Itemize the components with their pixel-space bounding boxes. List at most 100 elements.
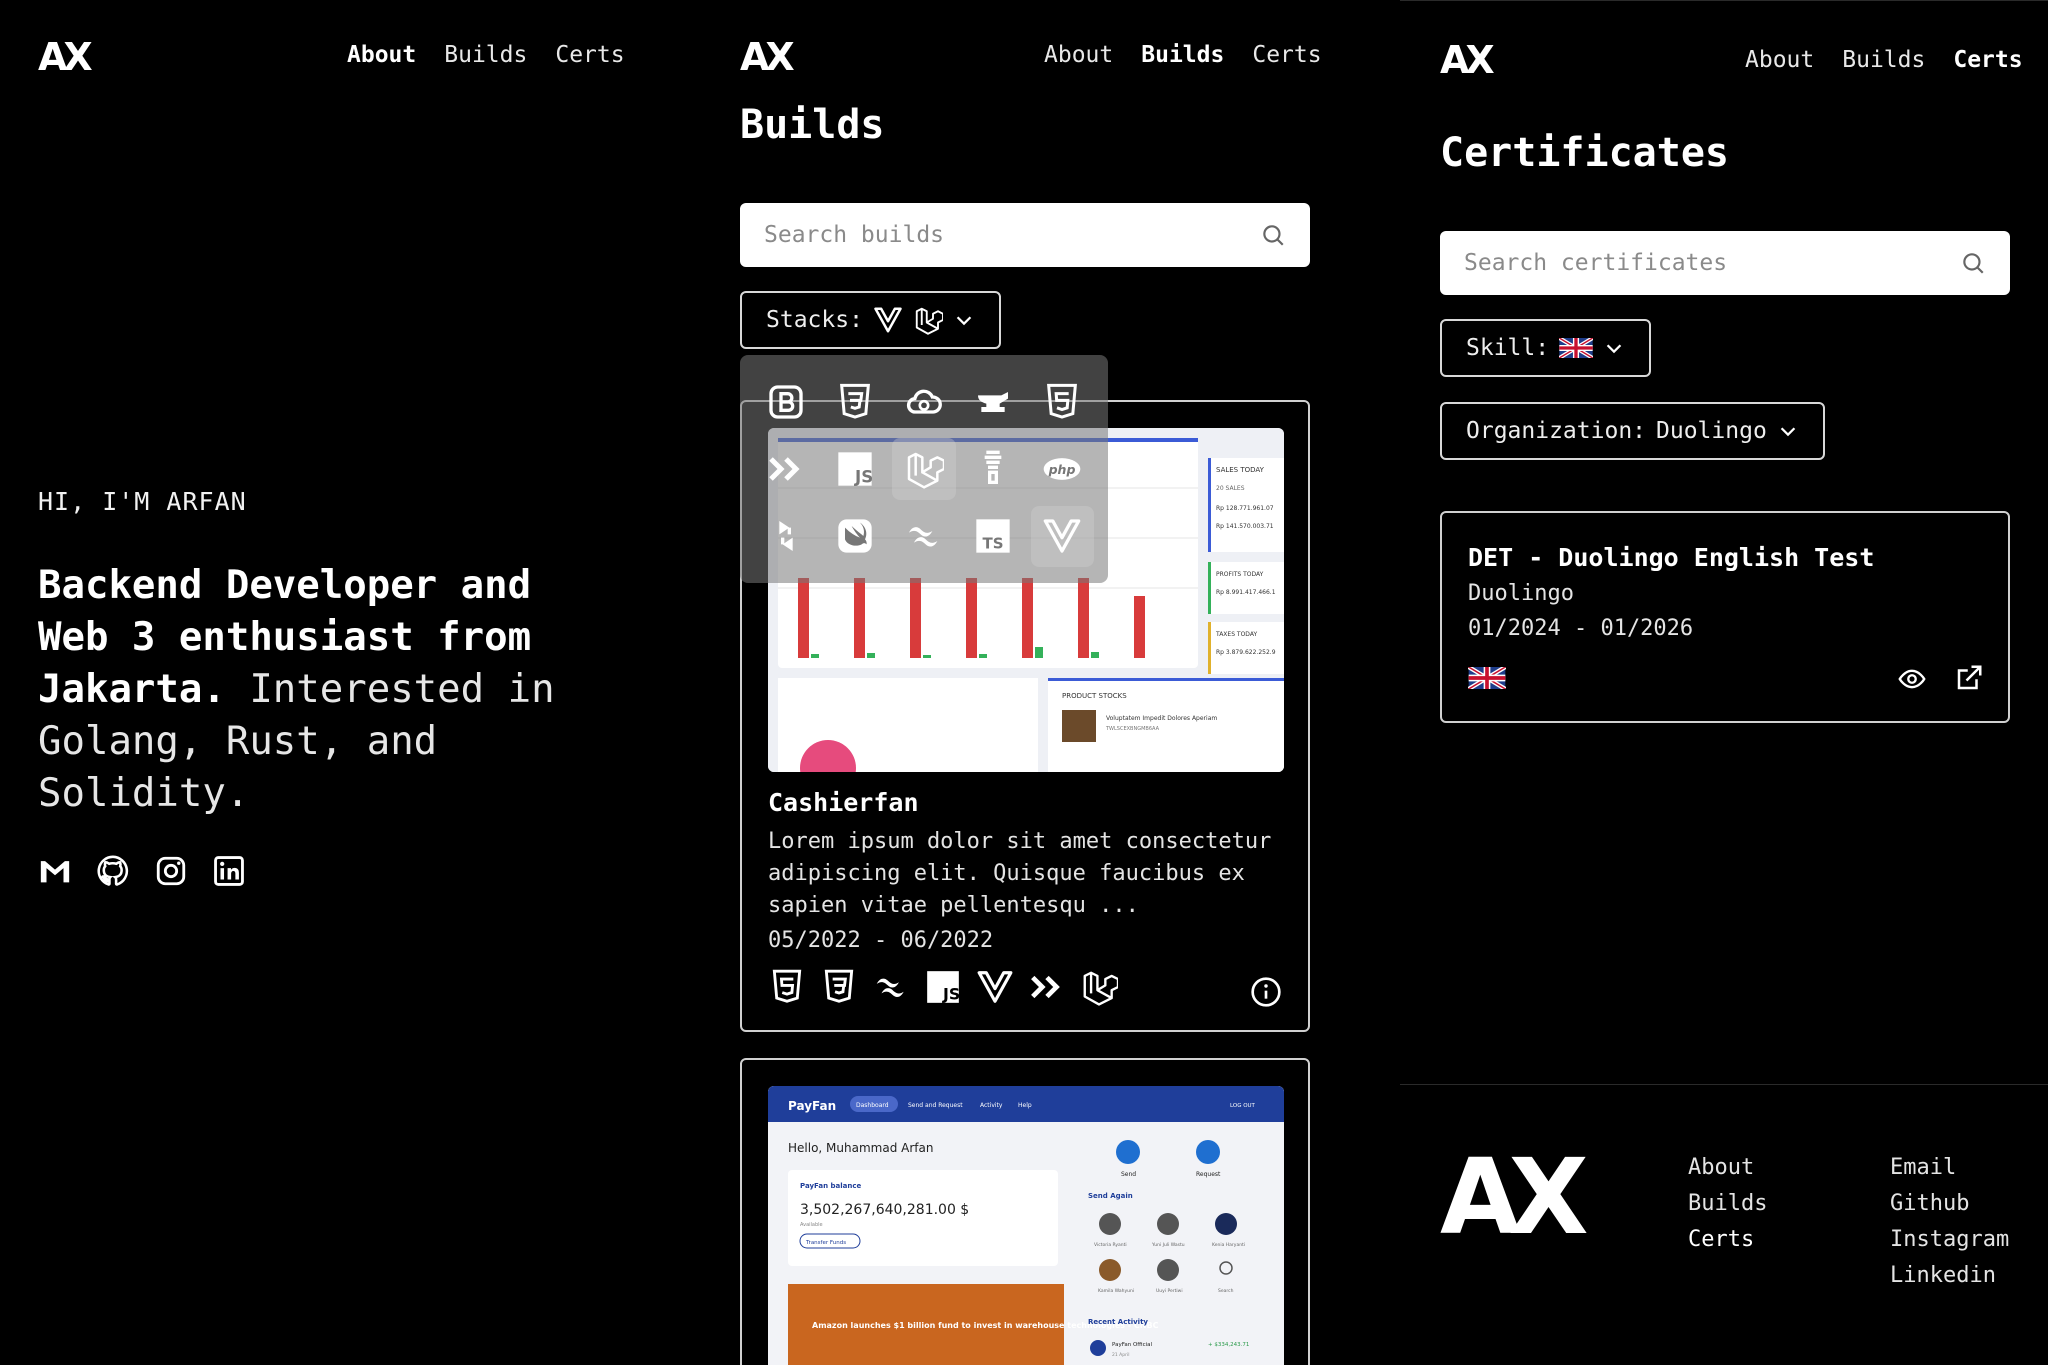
footer-link-about[interactable]: About (1688, 1155, 1767, 1180)
footer-link-linkedin[interactable]: Linkedin (1890, 1263, 2009, 1288)
nav-certs[interactable]: Certs (1953, 47, 2022, 73)
stacks-dropdown-menu: JS php TS (740, 355, 1108, 583)
skill-label: Skill: (1466, 335, 1550, 361)
vue-icon (1044, 519, 1081, 553)
payfan-balance: 3,502,267,640,281.00 $ (800, 1202, 969, 1218)
typescript-icon: TS (976, 519, 1010, 553)
svg-text:JS: JS (942, 985, 960, 1004)
retool-icon (778, 521, 793, 552)
footer-link-certs[interactable]: Certs (1688, 1227, 1767, 1252)
payfan-tab: Activity (980, 1102, 1003, 1109)
build-stacks: JS (768, 968, 1118, 1006)
search-input[interactable] (1464, 250, 1960, 276)
stack-option-tailwind[interactable] (892, 506, 955, 567)
external-link-icon[interactable] (1954, 663, 1984, 693)
payfan-greeting: Hello, Muhammad Arfan (788, 1141, 933, 1155)
search-icon[interactable] (1960, 250, 1986, 276)
stack-option-javascript[interactable]: JS (823, 438, 886, 499)
double-chevron-icon (768, 457, 800, 481)
svg-text:TS: TS (983, 535, 1004, 553)
nav-about[interactable]: About (347, 42, 416, 68)
payfan-request: Request (1196, 1171, 1221, 1178)
footer-logo[interactable]: AX (1440, 1145, 1589, 1249)
nav-about[interactable]: About (1044, 42, 1113, 68)
stack-option-tinker[interactable] (962, 438, 1025, 499)
payfan-send: Send (1121, 1171, 1136, 1178)
footer-link-builds[interactable]: Builds (1688, 1191, 1767, 1216)
footer-link-instagram[interactable]: Instagram (1890, 1227, 2009, 1252)
nav-builds[interactable]: Builds (1141, 42, 1224, 68)
stack-option-cloud[interactable] (892, 371, 955, 432)
search-input[interactable] (764, 222, 1260, 248)
svg-text:php: php (1048, 462, 1076, 477)
nav-about[interactable]: About (1745, 47, 1814, 73)
payfan-contact: Kamila Wahyuni (1098, 1288, 1134, 1294)
linkedin-icon[interactable] (212, 854, 246, 888)
html5-icon (1047, 383, 1078, 419)
nav-builds[interactable]: Builds (444, 42, 527, 68)
stack-option-typescript[interactable]: TS (962, 506, 1025, 567)
build-title: Cashierfan (768, 788, 919, 817)
payfan-dashboard-image: PayFan Dashboard Send and Request Activi… (768, 1086, 1284, 1365)
main-nav: About Builds Certs (1745, 47, 2023, 73)
stack-option-html5[interactable] (1031, 371, 1094, 432)
payfan-recent: Recent Activity (1088, 1318, 1148, 1326)
logo[interactable]: AX (740, 38, 795, 76)
organization-value: Duolingo (1656, 418, 1767, 444)
page-title: Certificates (1440, 130, 1729, 176)
stack-option-livewire[interactable] (754, 438, 817, 499)
tailwind-icon (908, 527, 938, 547)
stack-option-swift[interactable] (823, 506, 886, 567)
info-icon[interactable] (1250, 976, 1282, 1008)
footer-link-github[interactable]: Github (1890, 1191, 2009, 1216)
stacks-filter-button[interactable]: Stacks: (740, 291, 1001, 349)
payfan-tab: Send and Request (908, 1102, 963, 1109)
payfan-contact: Search (1218, 1288, 1234, 1294)
build-screenshot: PayFan Dashboard Send and Request Activi… (768, 1086, 1284, 1365)
build-card[interactable]: PayFan Dashboard Send and Request Activi… (740, 1058, 1310, 1365)
payfan-balance-label: PayFan balance (800, 1182, 862, 1190)
nav-builds[interactable]: Builds (1842, 47, 1925, 73)
nav-certs[interactable]: Certs (555, 42, 624, 68)
stack-option-php[interactable]: php (1031, 438, 1094, 499)
certificate-card[interactable]: DET - Duolingo English Test Duolingo 01/… (1440, 511, 2010, 723)
stack-option-vue[interactable] (1030, 505, 1094, 567)
laravel-icon (907, 452, 944, 489)
stack-option-retool[interactable] (754, 506, 817, 567)
payfan-logout: LOG OUT (1230, 1103, 1256, 1109)
instagram-icon[interactable] (154, 854, 188, 888)
payfan-transfer: Transfer Funds (805, 1240, 846, 1246)
certificate-date: 01/2024 - 01/2026 (1468, 616, 1694, 641)
gmail-icon[interactable] (38, 854, 72, 888)
stacks-label: Stacks: (766, 307, 863, 333)
certs-panel: AX About Builds Certs Certificates Skill… (1400, 0, 2048, 1365)
chevron-down-icon (1606, 344, 1622, 354)
vue-icon (874, 307, 902, 333)
uk-flag-icon (1559, 338, 1594, 358)
nav-certs[interactable]: Certs (1252, 42, 1321, 68)
double-chevron-icon (1031, 975, 1060, 999)
page-title: Builds (740, 102, 885, 148)
chevron-down-icon (956, 316, 972, 326)
eye-icon[interactable] (1896, 665, 1928, 693)
product-name: Voluptatem Impedit Dolores Aperiam (1106, 715, 1217, 722)
svg-text:JS: JS (854, 467, 873, 486)
footer-link-email[interactable]: Email (1890, 1155, 2009, 1180)
logo[interactable]: AX (1440, 41, 1495, 79)
stack-option-bootstrap[interactable] (754, 371, 817, 432)
payfan-tab: Dashboard (856, 1102, 889, 1109)
laravel-icon (1083, 971, 1118, 1006)
stack-option-css3[interactable] (823, 371, 886, 432)
stack-option-laravel[interactable] (892, 438, 956, 500)
stat-value: Rp 3.879.622.252.9 (1216, 649, 1276, 656)
swift-icon (838, 519, 872, 553)
stack-option-forge[interactable] (962, 371, 1025, 432)
organization-filter-button[interactable]: Organization: Duolingo (1440, 402, 1825, 460)
github-icon[interactable] (96, 854, 130, 888)
stat-value: 20 SALES (1216, 485, 1245, 492)
logo[interactable]: AX (38, 38, 93, 76)
skill-filter-button[interactable]: Skill: (1440, 319, 1652, 377)
organization-label: Organization: (1466, 418, 1647, 444)
html5-icon (772, 969, 802, 1003)
search-icon[interactable] (1260, 222, 1286, 248)
